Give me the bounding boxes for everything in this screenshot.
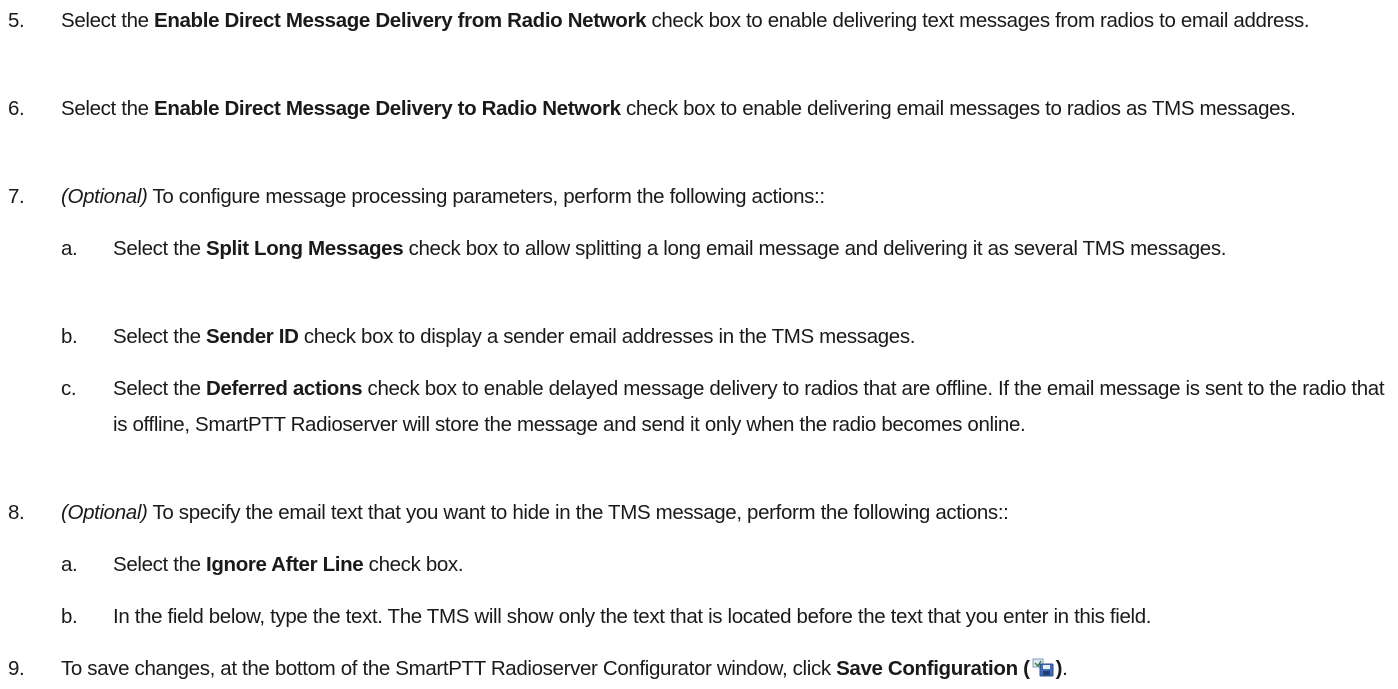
step-number: 8. (8, 501, 25, 524)
optional-label: (Optional) (61, 501, 148, 524)
step-number: 6. (8, 97, 25, 120)
step-number: 7. (8, 185, 25, 208)
step-text-post: check box to enable delivering email mes… (620, 97, 1296, 120)
ui-option-name: Deferred actions (206, 377, 363, 400)
document-page: 5. Select the Enable Direct Message Deli… (0, 0, 1398, 681)
ui-option-name: Sender ID (206, 325, 299, 348)
ui-option-name: Enable Direct Message Delivery from Radi… (154, 9, 647, 32)
substep-letter: b. (61, 325, 78, 348)
substep-letter: a. (61, 237, 78, 260)
substep-letter: c. (61, 377, 77, 400)
ui-button-name: Save Configuration ( (836, 657, 1030, 680)
substep-text: Select the Split Long Messages check box… (113, 231, 1391, 267)
substep-text-post: check box. (363, 553, 464, 576)
step-text: Select the Enable Direct Message Deliver… (61, 91, 1391, 127)
substep-text: In the field below, type the text. The T… (113, 605, 1152, 628)
step-text-pre: To save changes, at the bottom of the Sm… (61, 657, 837, 680)
step-text: (Optional) To specify the email text tha… (61, 495, 1391, 531)
substep-text-post: check box to allow splitting a long emai… (403, 237, 1227, 260)
step-text: Select the Enable Direct Message Deliver… (61, 3, 1391, 39)
substep-text-pre: Select the (113, 325, 207, 348)
save-configuration-icon (1032, 653, 1054, 677)
step-text-pre: Select the (61, 97, 155, 120)
step-text-post: check box to enable delivering text mess… (646, 9, 1310, 32)
substep-text: Select the Deferred actions check box to… (113, 371, 1391, 443)
ui-option-name: Enable Direct Message Delivery to Radio … (154, 97, 621, 120)
step-text-pre: Select the (61, 9, 155, 32)
substep-text-post: check box to display a sender email addr… (298, 325, 916, 348)
substep-text: Select the Ignore After Line check box. (113, 547, 1391, 583)
step-text-post: To specify the email text that you want … (147, 501, 1009, 524)
step-text: To save changes, at the bottom of the Sm… (61, 651, 1391, 687)
substep-letter: a. (61, 553, 78, 576)
step-text: (Optional) To configure message processi… (61, 179, 1391, 215)
substep-letter: b. (61, 605, 78, 628)
optional-label: (Optional) (61, 185, 148, 208)
ui-option-name: Ignore After Line (206, 553, 364, 576)
step-text-post: To configure message processing paramete… (147, 185, 825, 208)
substep-text-pre: Select the (113, 553, 207, 576)
step-text-post: . (1062, 657, 1068, 680)
step-number: 5. (8, 9, 25, 32)
ui-option-name: Split Long Messages (206, 237, 404, 260)
step-number: 9. (8, 657, 25, 680)
substep-text: Select the Sender ID check box to displa… (113, 319, 1391, 355)
substep-text-pre: Select the (113, 377, 207, 400)
substep-text-pre: Select the (113, 237, 207, 260)
